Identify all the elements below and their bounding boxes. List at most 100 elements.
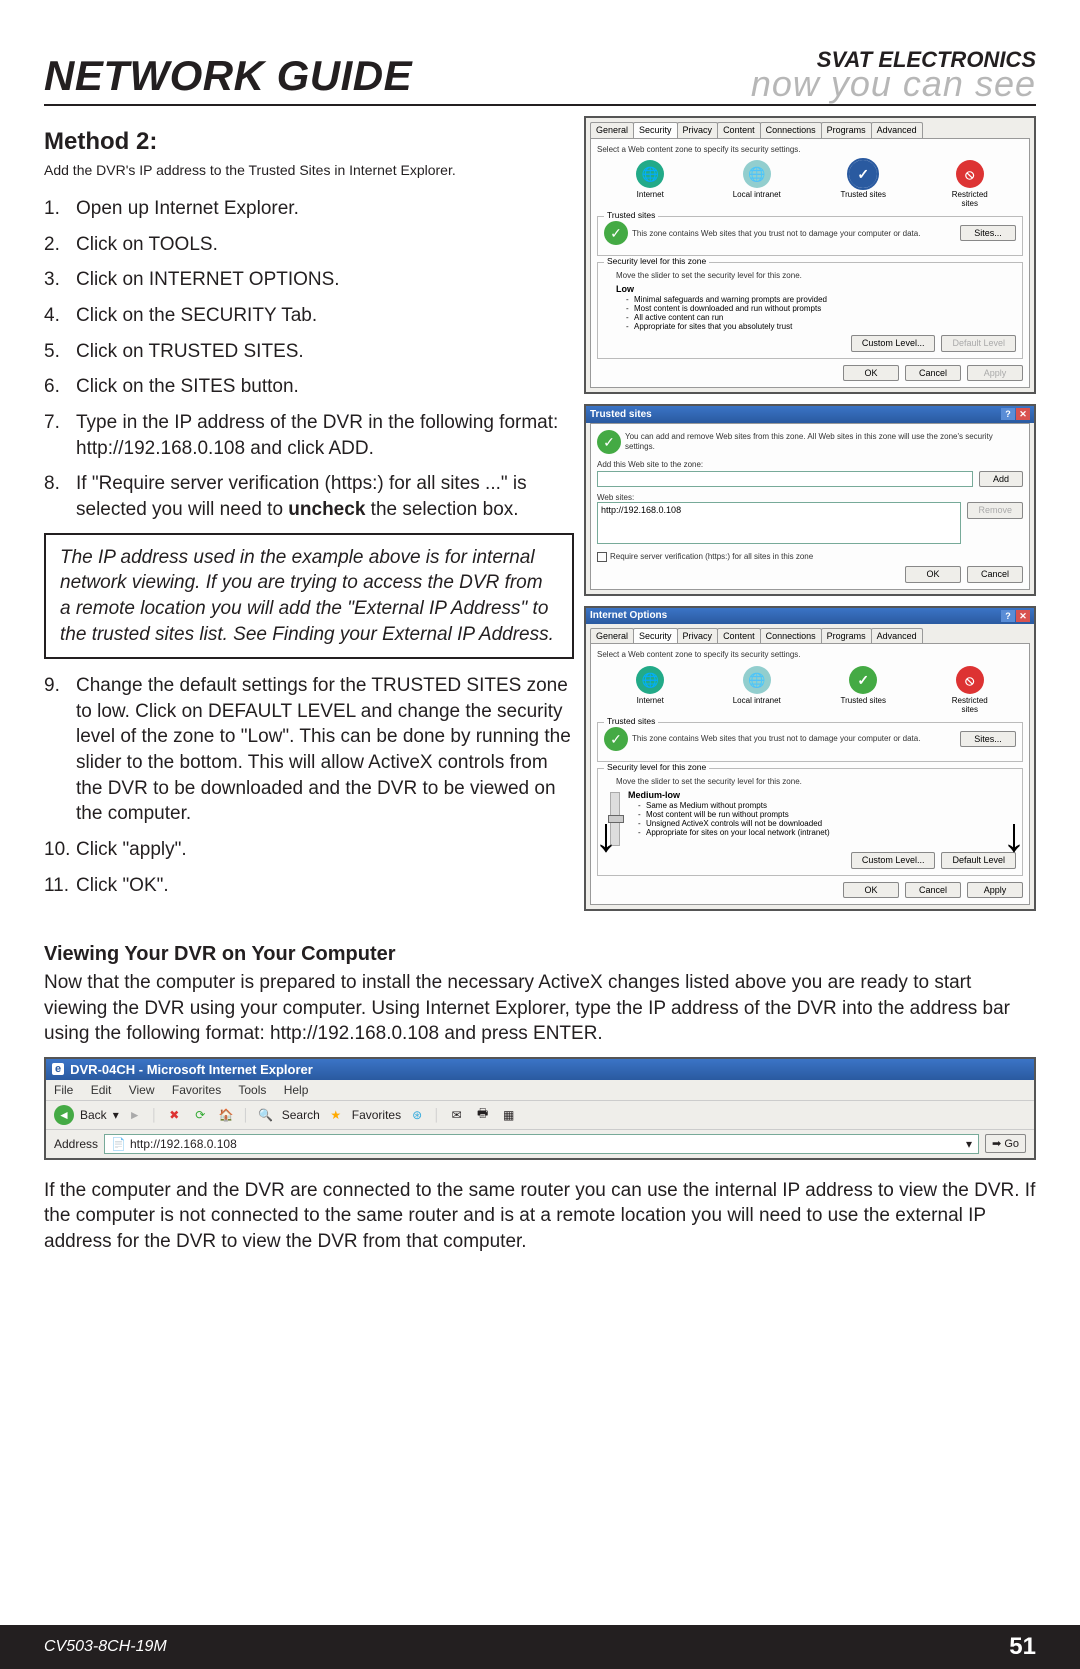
check-icon: ✓ xyxy=(604,221,628,245)
custom-level-button[interactable]: Custom Level... xyxy=(851,335,936,351)
tab-security[interactable]: Security xyxy=(633,122,678,137)
apply-button[interactable]: Apply xyxy=(967,882,1023,898)
add-button[interactable]: Add xyxy=(979,471,1023,487)
menu-tools[interactable]: Tools xyxy=(238,1083,266,1097)
tab-general[interactable]: General xyxy=(590,628,634,643)
tab-connections[interactable]: Connections xyxy=(760,122,822,137)
close-icon[interactable]: ✕ xyxy=(1016,408,1030,420)
media-icon[interactable]: ⊛ xyxy=(407,1105,427,1125)
sec-prompt: Move the slider to set the security leve… xyxy=(616,271,1016,280)
tab-privacy[interactable]: Privacy xyxy=(677,122,719,137)
back-icon[interactable]: ◄ xyxy=(54,1105,74,1125)
trusted-dialog-desc: You can add and remove Web sites from th… xyxy=(625,432,1023,450)
step-4: Click on the SECURITY Tab. xyxy=(44,303,574,329)
print-icon[interactable]: 🖶 xyxy=(473,1105,493,1125)
tab-security[interactable]: Security xyxy=(633,628,678,643)
default-level-button[interactable]: Default Level xyxy=(941,335,1016,351)
security-slider[interactable] xyxy=(610,792,620,846)
trusted-group-label: Trusted sites xyxy=(604,717,658,727)
sec-prompt: Move the slider to set the security leve… xyxy=(616,777,1016,786)
ok-button[interactable]: OK xyxy=(843,882,899,898)
zone-restricted[interactable]: ⦸Restricted sites xyxy=(943,160,997,208)
zone-local-intranet[interactable]: 🌐Local intranet xyxy=(730,160,784,208)
check-icon: ✓ xyxy=(597,430,621,454)
screenshot-ie-browser: e DVR-04CH - Microsoft Internet Explorer… xyxy=(44,1057,1036,1160)
tab-content[interactable]: Content xyxy=(717,122,761,137)
custom-level-button[interactable]: Custom Level... xyxy=(851,852,936,868)
menu-edit[interactable]: Edit xyxy=(91,1083,112,1097)
sites-button[interactable]: Sites... xyxy=(960,225,1016,241)
websites-listbox[interactable]: http://192.168.0.108 xyxy=(597,502,961,544)
note-box: The IP address used in the example above… xyxy=(44,533,574,660)
level-name: Low xyxy=(616,284,1016,294)
back-label[interactable]: Back xyxy=(80,1108,107,1122)
cancel-button[interactable]: Cancel xyxy=(905,365,961,381)
remove-button[interactable]: Remove xyxy=(967,502,1023,518)
apply-button[interactable]: Apply xyxy=(967,365,1023,381)
tab-content[interactable]: Content xyxy=(717,628,761,643)
address-bar[interactable]: 📄 http://192.168.0.108 ▾ xyxy=(104,1134,979,1154)
refresh-icon[interactable]: ⟳ xyxy=(190,1105,210,1125)
stop-icon[interactable]: ✖ xyxy=(164,1105,184,1125)
tab-advanced[interactable]: Advanced xyxy=(871,122,923,137)
default-level-button[interactable]: Default Level xyxy=(941,852,1016,868)
step-1: Open up Internet Explorer. xyxy=(44,196,574,222)
step-9: Change the default settings for the TRUS… xyxy=(44,673,574,827)
edit-icon[interactable]: ▦ xyxy=(499,1105,519,1125)
zone-trusted-sites[interactable]: ✓Trusted sites xyxy=(836,160,890,208)
add-site-input[interactable] xyxy=(597,471,973,487)
cancel-button[interactable]: Cancel xyxy=(967,566,1023,582)
address-label: Address xyxy=(54,1137,98,1151)
go-button[interactable]: ➡ Go xyxy=(985,1134,1026,1153)
tab-privacy[interactable]: Privacy xyxy=(677,628,719,643)
tab-advanced[interactable]: Advanced xyxy=(871,628,923,643)
websites-label: Web sites: xyxy=(597,493,1023,502)
zone-internet[interactable]: 🌐Internet xyxy=(623,666,677,714)
menu-help[interactable]: Help xyxy=(284,1083,309,1097)
trusted-group-label: Trusted sites xyxy=(604,211,658,221)
zone-prompt: Select a Web content zone to specify its… xyxy=(597,145,1023,154)
search-label[interactable]: Search xyxy=(282,1108,320,1122)
home-icon[interactable]: 🏠 xyxy=(216,1105,236,1125)
require-verification-label: Require server verification (https:) for… xyxy=(610,552,813,561)
page-title: NETWORK GUIDE xyxy=(44,52,412,100)
ie-window-title: DVR-04CH - Microsoft Internet Explorer xyxy=(70,1062,313,1077)
zone-internet[interactable]: 🌐Internet xyxy=(623,160,677,208)
menu-favorites[interactable]: Favorites xyxy=(172,1083,221,1097)
zone-local-intranet[interactable]: 🌐Local intranet xyxy=(730,666,784,714)
help-icon[interactable]: ? xyxy=(1001,610,1015,622)
zone-trusted-sites[interactable]: ✓Trusted sites xyxy=(836,666,890,714)
menu-file[interactable]: File xyxy=(54,1083,73,1097)
tab-programs[interactable]: Programs xyxy=(821,122,872,137)
viewing-heading: Viewing Your DVR on Your Computer xyxy=(44,943,1036,966)
sites-button[interactable]: Sites... xyxy=(960,731,1016,747)
screenshot-trusted-sites: Trusted sites ?✕ ✓ You can add and remov… xyxy=(584,404,1036,596)
mail-icon[interactable]: ✉ xyxy=(447,1105,467,1125)
require-verification-checkbox[interactable] xyxy=(597,552,607,562)
ok-button[interactable]: OK xyxy=(843,365,899,381)
step-6: Click on the SITES button. xyxy=(44,374,574,400)
step-10: Click "apply". xyxy=(44,837,574,863)
forward-icon[interactable]: ► xyxy=(125,1105,145,1125)
dropdown-icon[interactable]: ▾ xyxy=(966,1137,972,1151)
favorites-icon[interactable]: ★ xyxy=(326,1105,346,1125)
ok-button[interactable]: OK xyxy=(905,566,961,582)
step-3: Click on INTERNET OPTIONS. xyxy=(44,267,574,293)
tab-general[interactable]: General xyxy=(590,122,634,137)
close-icon[interactable]: ✕ xyxy=(1016,610,1030,622)
menu-view[interactable]: View xyxy=(129,1083,155,1097)
tab-connections[interactable]: Connections xyxy=(760,628,822,643)
step-8-bold: uncheck xyxy=(288,499,365,520)
tab-programs[interactable]: Programs xyxy=(821,628,872,643)
bullet: Appropriate for sites that you absolutel… xyxy=(626,322,1016,331)
search-icon[interactable]: 🔍 xyxy=(256,1105,276,1125)
cancel-button[interactable]: Cancel xyxy=(905,882,961,898)
zone-prompt: Select a Web content zone to specify its… xyxy=(597,650,1023,659)
bullet: Most content is downloaded and run witho… xyxy=(626,304,1016,313)
zone-restricted[interactable]: ⦸Restricted sites xyxy=(943,666,997,714)
favorites-label[interactable]: Favorites xyxy=(352,1108,401,1122)
bullet: Minimal safeguards and warning prompts a… xyxy=(626,295,1016,304)
ie-menu-bar[interactable]: File Edit View Favorites Tools Help xyxy=(46,1080,1034,1100)
help-icon[interactable]: ? xyxy=(1001,408,1015,420)
page-icon: 📄 xyxy=(111,1137,126,1151)
